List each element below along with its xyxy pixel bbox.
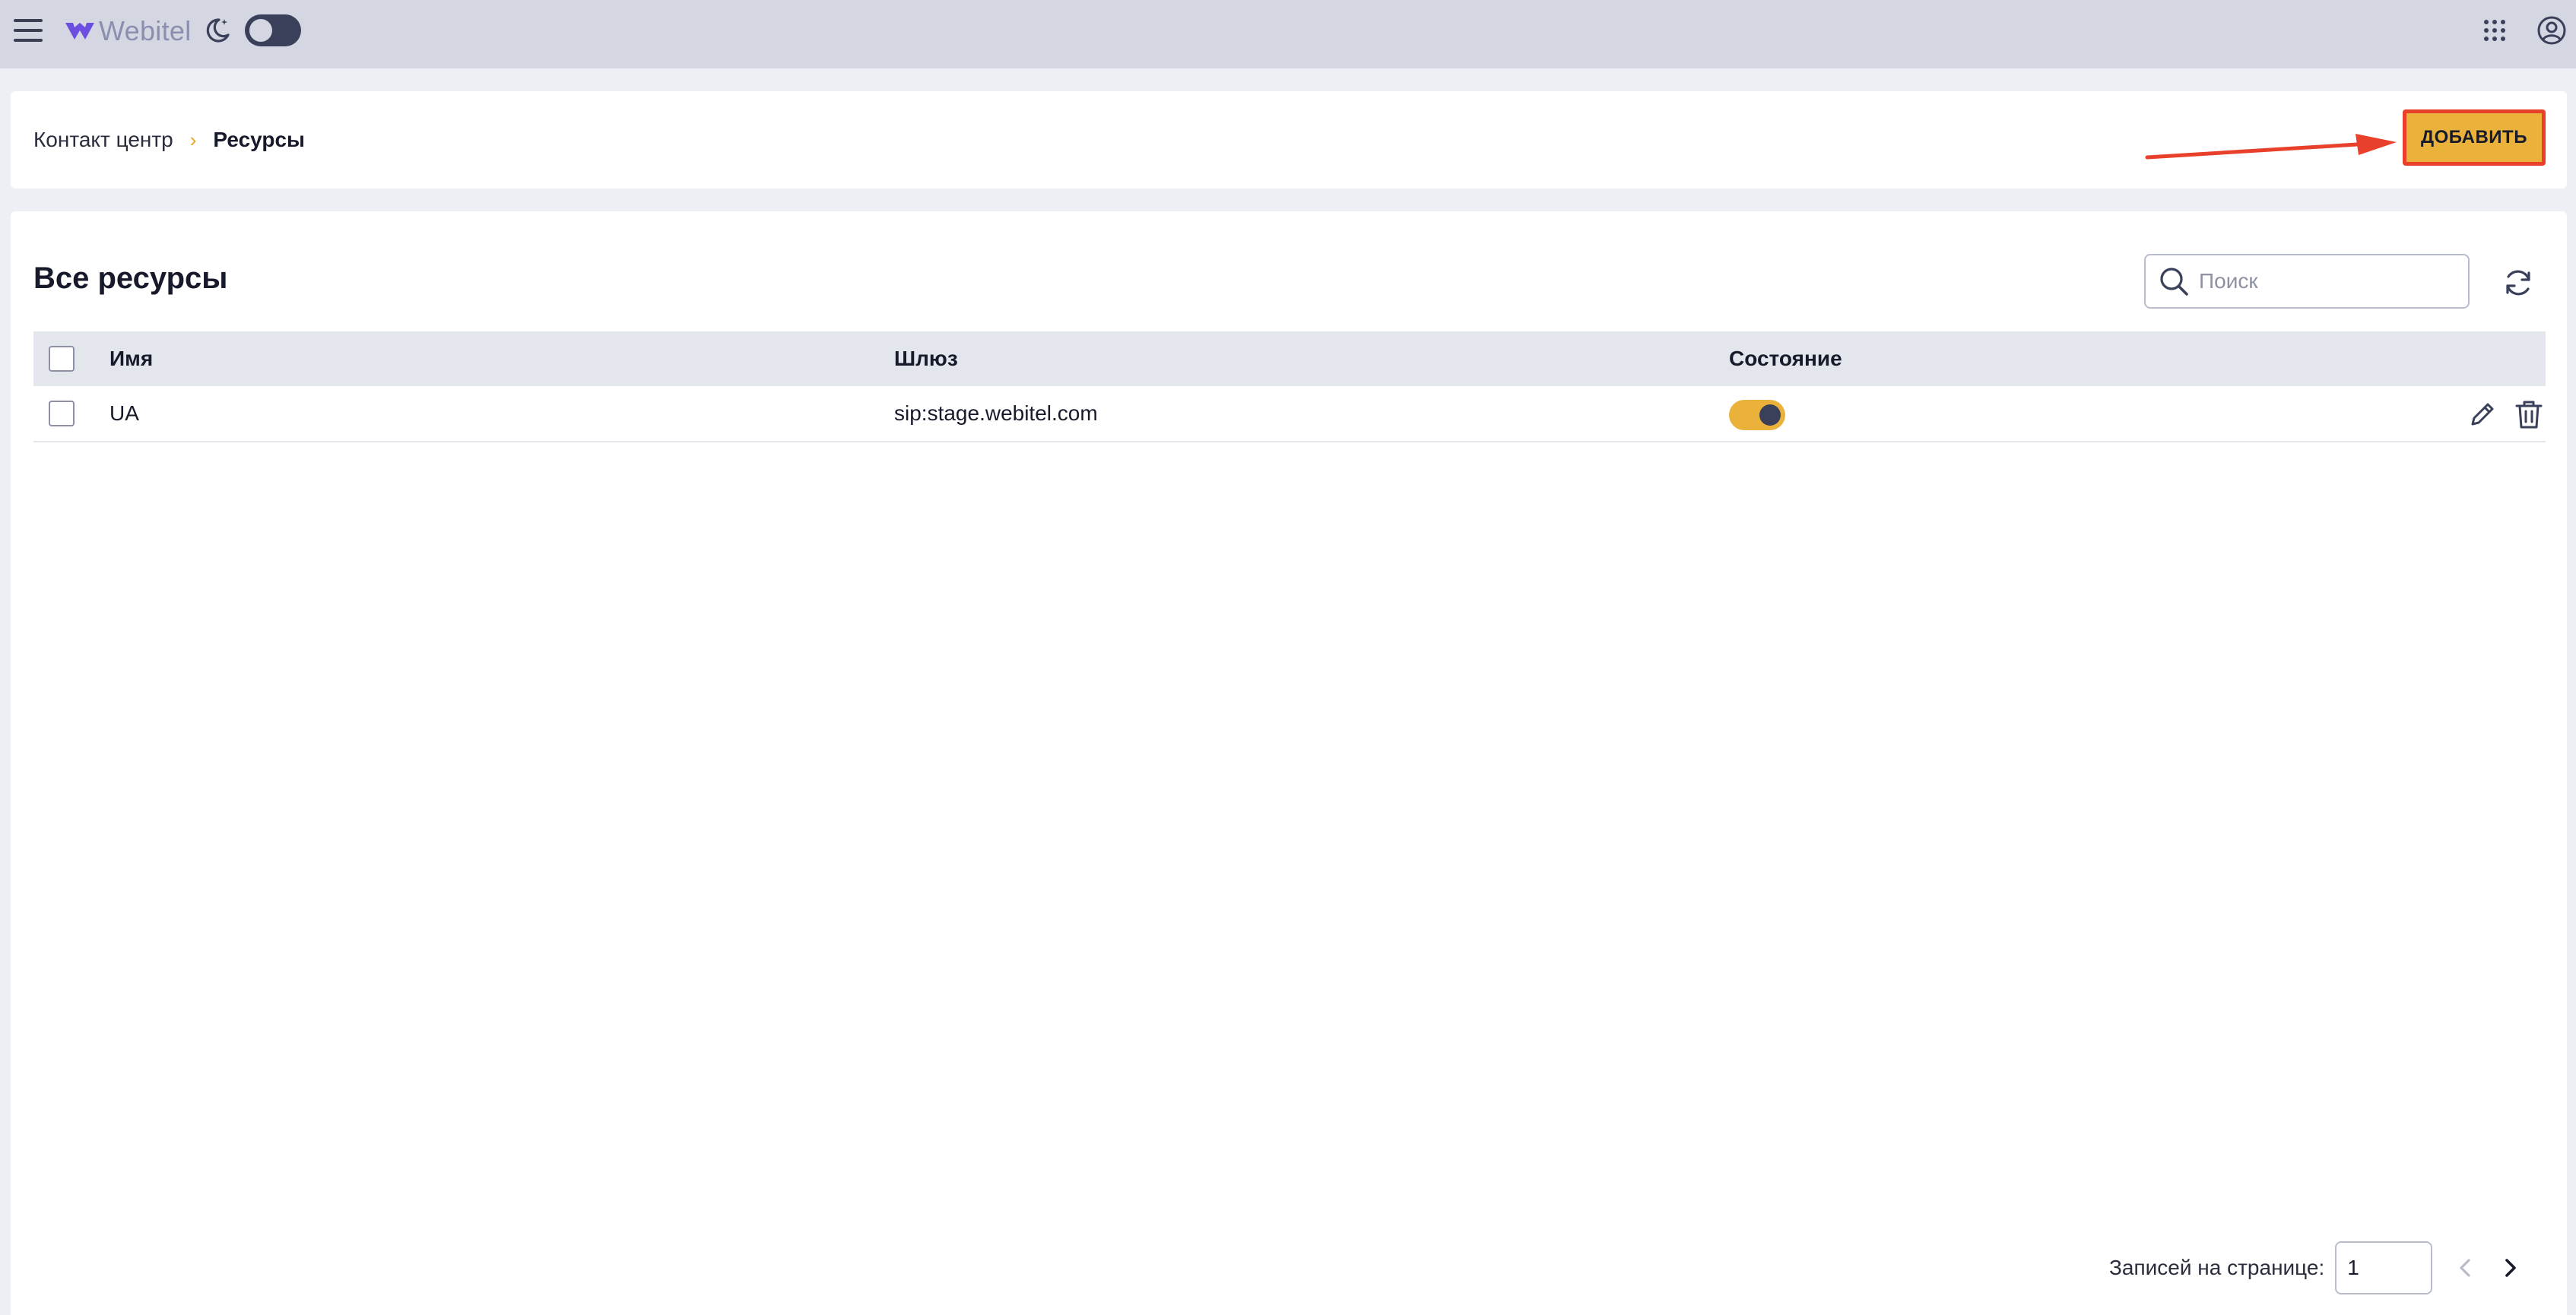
state-toggle[interactable] <box>1729 400 1785 430</box>
account-icon[interactable] <box>2536 15 2567 46</box>
chevron-right-icon[interactable] <box>2496 1254 2524 1282</box>
cell-name[interactable]: UA <box>109 401 139 426</box>
edit-icon[interactable] <box>2467 398 2498 430</box>
page-size-label: Записей на странице: <box>2109 1256 2325 1279</box>
toggle-knob <box>1759 404 1781 426</box>
cell-gateway: sip:stage.webitel.com <box>894 401 1098 425</box>
column-header-state[interactable]: Состояние <box>1729 347 1842 371</box>
delete-icon[interactable] <box>2514 398 2544 430</box>
apps-grid-icon[interactable] <box>2483 19 2506 42</box>
breadcrumb-separator: › <box>189 128 197 151</box>
column-header-name[interactable]: Имя <box>109 347 153 371</box>
refresh-icon[interactable] <box>2501 266 2535 299</box>
column-header-gateway[interactable]: Шлюз <box>894 347 958 371</box>
top-app-bar: Webitel <box>0 0 2576 68</box>
table-row[interactable]: UA sip:stage.webitel.com <box>33 386 2546 442</box>
pagination: Записей на странице: 1 <box>2109 1241 2524 1295</box>
logo-text: Webitel <box>99 15 192 46</box>
search-input[interactable] <box>2199 269 2457 293</box>
page-title: Все ресурсы <box>33 261 228 295</box>
select-all-checkbox[interactable] <box>49 346 75 372</box>
menu-icon[interactable] <box>14 19 43 42</box>
breadcrumb-parent[interactable]: Контакт центр <box>33 128 173 152</box>
resources-table: Имя Шлюз Состояние UA sip:stage.webitel.… <box>33 331 2546 442</box>
table-header: Имя Шлюз Состояние <box>33 331 2546 386</box>
dark-mode-toggle[interactable] <box>245 14 301 46</box>
chevron-left-icon[interactable] <box>2452 1254 2479 1282</box>
resources-list-panel: Все ресурсы Имя Шлюз Состояние UA sip:st… <box>11 211 2567 1315</box>
breadcrumb: Контакт центр › Ресурсы <box>33 91 305 189</box>
webitel-logo-icon <box>65 23 94 40</box>
search-field[interactable] <box>2144 254 2470 309</box>
annotation-arrow-icon <box>2145 134 2397 160</box>
search-icon <box>2160 268 2188 296</box>
page-size-input[interactable]: 1 <box>2335 1241 2433 1294</box>
breadcrumb-current: Ресурсы <box>213 128 305 151</box>
app-logo[interactable]: Webitel <box>64 15 192 47</box>
add-button[interactable]: ДОБАВИТЬ <box>2403 109 2546 166</box>
row-checkbox[interactable] <box>49 401 75 426</box>
moon-icon <box>206 18 230 43</box>
toggle-knob <box>249 19 272 42</box>
